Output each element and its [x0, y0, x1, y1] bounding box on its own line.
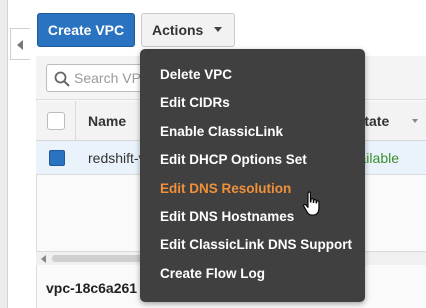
menu-item-edit-dhcp-options[interactable]: Edit DHCP Options Set [140, 146, 365, 174]
left-nav-strip [0, 0, 8, 308]
menu-item-edit-cidrs[interactable]: Edit CIDRs [140, 89, 365, 117]
column-header-name[interactable]: Name [88, 113, 126, 129]
detail-title: vpc-18c6a261 [46, 280, 138, 296]
menu-item-edit-dns-resolution[interactable]: Edit DNS Resolution [140, 175, 365, 203]
select-all-checkbox[interactable] [47, 112, 65, 130]
search-icon [54, 71, 70, 87]
menu-item-delete-vpc[interactable]: Delete VPC [140, 61, 365, 89]
menu-item-enable-classiclink[interactable]: Enable ClassicLink [140, 118, 365, 146]
menu-item-create-flow-log[interactable]: Create Flow Log [140, 260, 365, 288]
chevron-left-icon [17, 40, 23, 50]
actions-menu: Delete VPC Edit CIDRs Enable ClassicLink… [140, 49, 365, 302]
sort-icon[interactable] [412, 119, 418, 123]
row-checkbox[interactable] [49, 150, 65, 166]
hand-pointer-icon [303, 191, 320, 216]
row-name-cell: redshift-vpc [88, 150, 143, 166]
scroll-left-icon[interactable] [41, 255, 46, 263]
menu-item-edit-dns-hostnames[interactable]: Edit DNS Hostnames [140, 203, 365, 231]
create-vpc-button[interactable]: Create VPC [37, 13, 135, 47]
actions-label: Actions [152, 22, 204, 38]
collapse-panel-toggle[interactable] [10, 28, 30, 60]
actions-dropdown-button[interactable]: Actions [141, 13, 235, 47]
chevron-down-icon [214, 27, 222, 32]
column-divider [75, 101, 76, 141]
menu-item-edit-classiclink-dns-support[interactable]: Edit ClassicLink DNS Support [140, 231, 365, 259]
